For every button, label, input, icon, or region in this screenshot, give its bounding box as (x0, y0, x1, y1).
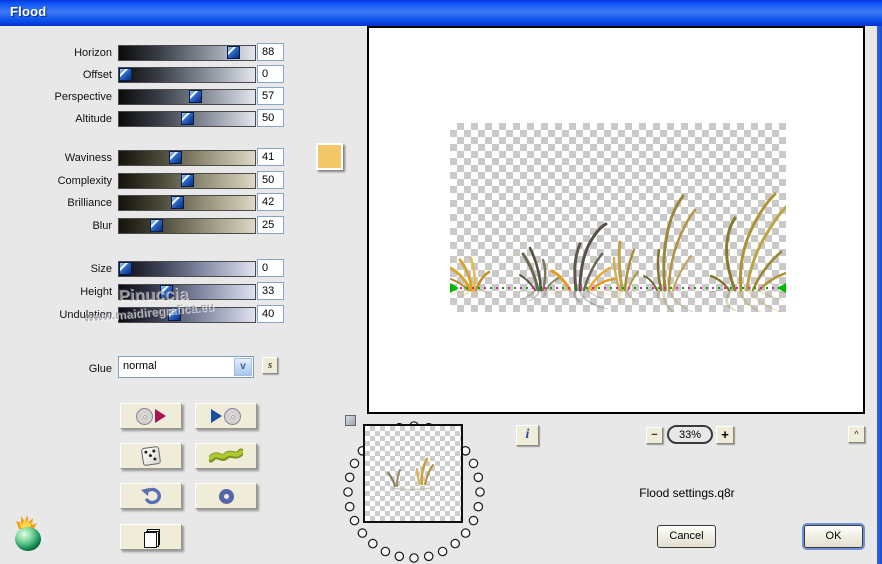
water-ring-button[interactable] (195, 483, 257, 509)
cancel-button[interactable]: Cancel (657, 525, 716, 548)
horizon-slider[interactable] (118, 45, 256, 61)
glue-memory-button[interactable]: s (262, 357, 278, 374)
dice-icon (140, 445, 162, 467)
wave-maker-button[interactable] (195, 443, 257, 469)
brilliance-slider[interactable] (118, 195, 256, 211)
altitude-slider-handle[interactable] (181, 112, 194, 125)
info-button[interactable]: i (516, 425, 539, 446)
cd-icon (136, 407, 153, 425)
zoom-in-button[interactable]: + (716, 426, 734, 444)
altitude-value-field[interactable]: 50 (257, 109, 284, 127)
complexity-slider[interactable] (118, 173, 256, 189)
glue-selected-value: normal (123, 360, 157, 372)
complexity-label: Complexity (57, 175, 112, 187)
altitude-label: Altitude (75, 113, 112, 125)
red-play-icon (155, 409, 166, 423)
flood-dialog-window: Flood Horizon 88 Offset 0 Perspective 57… (0, 0, 882, 564)
offset-slider[interactable] (118, 67, 256, 83)
collapse-button[interactable]: ^ (848, 426, 865, 443)
randomize-button[interactable] (120, 443, 182, 469)
slider-row-complexity: Complexity 50 (0, 171, 300, 189)
ok-button[interactable]: OK (804, 525, 863, 548)
green-wave-icon (209, 448, 243, 463)
window-border-right (877, 26, 882, 564)
window-title: Flood (10, 4, 47, 19)
horizon-value-field[interactable]: 88 (257, 43, 284, 61)
preview-area[interactable] (367, 26, 865, 414)
undo-button[interactable] (120, 483, 182, 509)
perspective-label: Perspective (54, 91, 112, 103)
brilliance-value-field[interactable]: 42 (257, 193, 284, 211)
zoom-level-display: 33% (667, 425, 713, 444)
preview-image[interactable] (450, 123, 786, 312)
height-label: Height (80, 286, 112, 298)
complexity-value-field[interactable]: 50 (257, 171, 284, 189)
dial-anchor-handle[interactable] (345, 415, 356, 426)
slider-row-horizon: Horizon 88 (0, 43, 300, 61)
load-preset-button[interactable] (120, 403, 182, 429)
settings-filename: Flood settings.q8r (639, 486, 735, 500)
flaming-pear-logo[interactable] (11, 513, 47, 553)
slider-row-waviness: Waviness 41 (0, 148, 300, 166)
horizon-slider-handle[interactable] (227, 46, 240, 59)
blur-label: Blur (92, 220, 112, 232)
brilliance-label: Brilliance (67, 197, 112, 209)
waviness-slider-handle[interactable] (169, 151, 182, 164)
water-color-swatch[interactable] (316, 143, 343, 170)
stacked-pages-icon (144, 529, 160, 548)
size-label: Size (90, 263, 112, 275)
slider-row-brilliance: Brilliance 42 (0, 193, 300, 211)
size-slider[interactable] (118, 261, 256, 277)
image-thumbnail[interactable] (363, 424, 463, 523)
height-value-field[interactable]: 33 (257, 282, 284, 300)
slider-row-perspective: Perspective 57 (0, 87, 300, 105)
brilliance-slider-handle[interactable] (171, 196, 184, 209)
seaweed-preview-graphic (450, 192, 786, 312)
thumbnail-plants (387, 457, 434, 491)
glue-dropdown[interactable]: normal v (118, 356, 254, 378)
slider-row-altitude: Altitude 50 (0, 109, 300, 127)
chevron-down-icon: v (240, 361, 246, 372)
altitude-slider[interactable] (118, 111, 256, 127)
slider-row-offset: Offset 0 (0, 65, 300, 83)
size-slider-handle[interactable] (119, 262, 132, 275)
copy-settings-button[interactable] (120, 524, 182, 550)
horizon-label: Horizon (74, 47, 112, 59)
blur-value-field[interactable]: 25 (257, 216, 284, 234)
blur-slider[interactable] (118, 218, 256, 234)
offset-label: Offset (82, 69, 112, 81)
title-bar[interactable]: Flood (0, 0, 882, 26)
offset-value-field[interactable]: 0 (257, 65, 284, 83)
perspective-slider[interactable] (118, 89, 256, 105)
blue-ring-icon (218, 488, 234, 504)
undulation-value-field[interactable]: 40 (257, 305, 284, 323)
save-preset-button[interactable] (195, 403, 257, 429)
glue-dropdown-button[interactable]: v (234, 358, 252, 376)
undo-arrow-icon (141, 487, 161, 505)
horizon-handle-left[interactable] (450, 283, 459, 293)
slider-row-blur: Blur 25 (0, 216, 300, 234)
waviness-slider[interactable] (118, 150, 256, 166)
blue-play-icon (211, 409, 222, 423)
glue-label: Glue (88, 363, 112, 375)
zoom-out-button[interactable]: − (646, 427, 663, 444)
perspective-value-field[interactable]: 57 (257, 87, 284, 105)
waviness-label: Waviness (64, 152, 112, 164)
waviness-value-field[interactable]: 41 (257, 148, 284, 166)
complexity-slider-handle[interactable] (181, 174, 194, 187)
size-value-field[interactable]: 0 (257, 259, 284, 277)
slider-row-size: Size 0 (0, 259, 300, 277)
offset-slider-handle[interactable] (119, 68, 132, 81)
perspective-slider-handle[interactable] (189, 90, 202, 103)
pear-body (15, 527, 41, 551)
blur-slider-handle[interactable] (150, 219, 163, 232)
cd-icon (224, 407, 241, 425)
